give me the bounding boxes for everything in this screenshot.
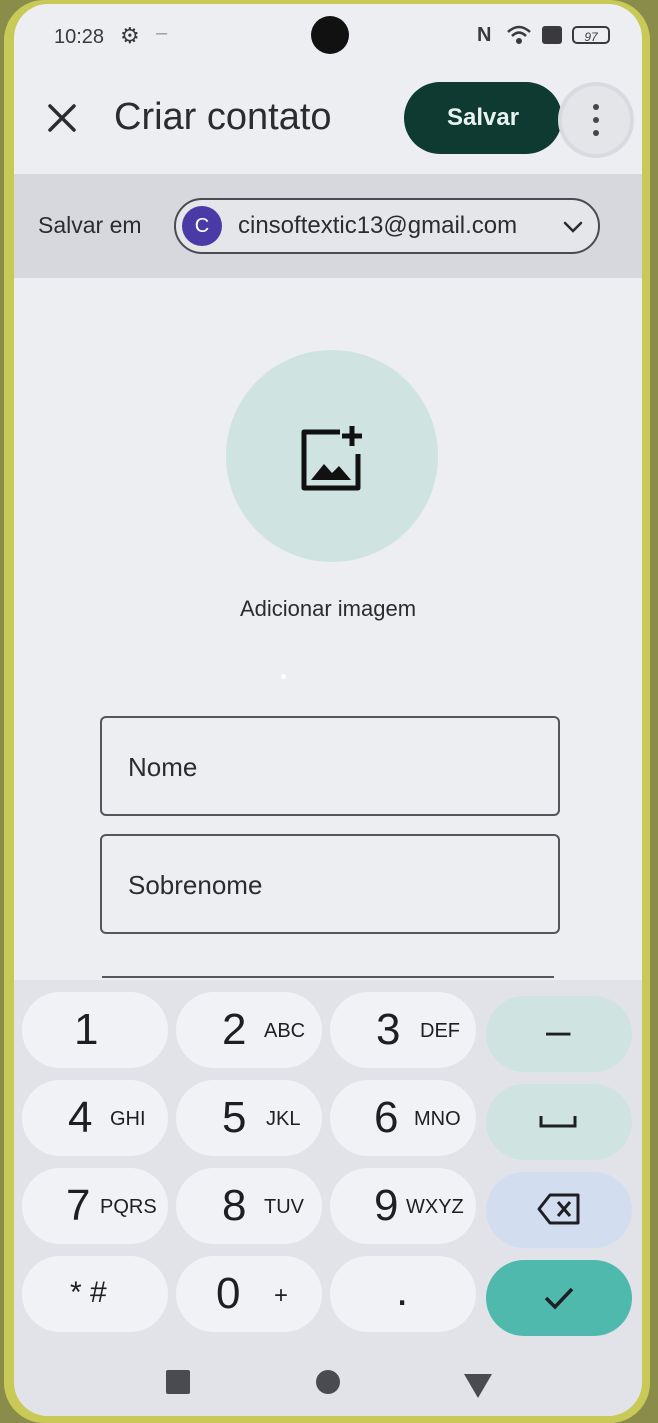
key-digit: 8 <box>222 1181 247 1230</box>
key-letters: MNO <box>414 1108 461 1130</box>
status-time: 10:28 <box>54 26 105 48</box>
key-digit: 1 <box>74 1005 99 1054</box>
home-icon[interactable] <box>316 1370 340 1394</box>
key-letters: ABC <box>264 1020 306 1042</box>
key-8[interactable]: 8 TUV <box>176 1168 322 1244</box>
key-dot[interactable]: . <box>330 1256 476 1332</box>
key-digit: 0 <box>216 1269 241 1318</box>
notification-dash-icon: – <box>156 22 168 44</box>
key-space[interactable] <box>486 1084 632 1160</box>
key-7[interactable]: 7 PQRS <box>22 1168 168 1244</box>
key-dash-label: – <box>546 1006 571 1055</box>
touch-indicator <box>281 674 286 679</box>
key-0[interactable]: 0 + <box>176 1256 322 1332</box>
numeric-keyboard: 1 2 ABC 3 DEF – 4 GHI 5 JKL 6 MNO 7 PQRS… <box>14 980 642 1416</box>
add-photo-icon <box>301 426 362 491</box>
key-9[interactable]: 9 WXYZ <box>330 1168 476 1244</box>
backspace-icon <box>537 1193 580 1225</box>
key-letters: JKL <box>266 1108 301 1130</box>
key-digit: 5 <box>222 1093 247 1142</box>
save-in-label: Salvar em <box>38 212 142 238</box>
key-letters: TUV <box>264 1196 304 1218</box>
add-image-button[interactable] <box>226 350 438 562</box>
first-name-placeholder: Nome <box>128 752 198 782</box>
key-digit: . <box>396 1266 409 1315</box>
key-done[interactable] <box>486 1260 632 1336</box>
key-6[interactable]: 6 MNO <box>330 1080 476 1156</box>
key-dash[interactable]: – <box>486 996 632 1072</box>
back-icon[interactable] <box>464 1374 492 1398</box>
recents-icon[interactable] <box>166 1370 190 1394</box>
key-digit: 4 <box>68 1093 93 1142</box>
screen: 10:28 ⚙ – N 97 Criar contato Salvar Salv… <box>14 4 642 1416</box>
save-button[interactable]: Salvar <box>404 82 562 154</box>
key-letters: GHI <box>110 1108 146 1130</box>
key-digit: 6 <box>374 1093 399 1142</box>
settings-status-icon: ⚙ <box>120 23 140 48</box>
more-options-icon-dot <box>593 130 599 136</box>
key-3[interactable]: 3 DEF <box>330 992 476 1068</box>
wifi-icon <box>507 25 531 44</box>
navigation-bar <box>14 1364 642 1416</box>
key-digit: 2 <box>222 1005 247 1054</box>
last-name-placeholder: Sobrenome <box>128 870 263 900</box>
page-title: Criar contato <box>114 96 332 138</box>
more-options-icon-dot <box>593 117 599 123</box>
key-1[interactable]: 1 <box>22 992 168 1068</box>
key-digit: * # <box>70 1276 107 1309</box>
avatar: C <box>182 206 222 246</box>
more-options-icon <box>593 104 599 110</box>
nfc-icon: N <box>477 24 492 46</box>
status-bar: 10:28 ⚙ – N 97 <box>14 4 642 68</box>
next-field-border <box>102 976 554 978</box>
key-letters: DEF <box>420 1020 460 1042</box>
close-icon[interactable] <box>42 98 82 138</box>
front-camera <box>311 16 349 54</box>
key-digit: 9 <box>374 1181 399 1230</box>
more-options-button[interactable] <box>562 86 630 154</box>
key-backspace[interactable] <box>486 1172 632 1248</box>
save-in-bar: Salvar em C cinsoftextic13@gmail.com <box>14 174 642 278</box>
key-letters: PQRS <box>100 1196 157 1218</box>
account-email: cinsoftextic13@gmail.com <box>238 212 518 239</box>
key-digit: 7 <box>66 1181 91 1230</box>
add-image-label: Adicionar imagem <box>239 596 417 621</box>
key-letters: WXYZ <box>406 1196 464 1218</box>
key-digit: 3 <box>376 1005 401 1054</box>
phone-frame: 10:28 ⚙ – N 97 Criar contato Salvar Salv… <box>4 0 650 1423</box>
space-icon <box>539 1116 577 1128</box>
first-name-field[interactable]: Nome <box>100 716 560 816</box>
sim-icon <box>542 26 562 44</box>
key-5[interactable]: 5 JKL <box>176 1080 322 1156</box>
key-4[interactable]: 4 GHI <box>22 1080 168 1156</box>
last-name-field[interactable]: Sobrenome <box>100 834 560 934</box>
battery-icon: 97 <box>572 26 610 44</box>
account-selector[interactable]: C cinsoftextic13@gmail.com <box>174 198 600 254</box>
key-star-hash[interactable]: * # <box>22 1256 168 1332</box>
key-2[interactable]: 2 ABC <box>176 992 322 1068</box>
checkmark-icon <box>544 1287 574 1310</box>
chevron-down-icon <box>563 221 583 233</box>
key-letters: + <box>274 1282 289 1309</box>
